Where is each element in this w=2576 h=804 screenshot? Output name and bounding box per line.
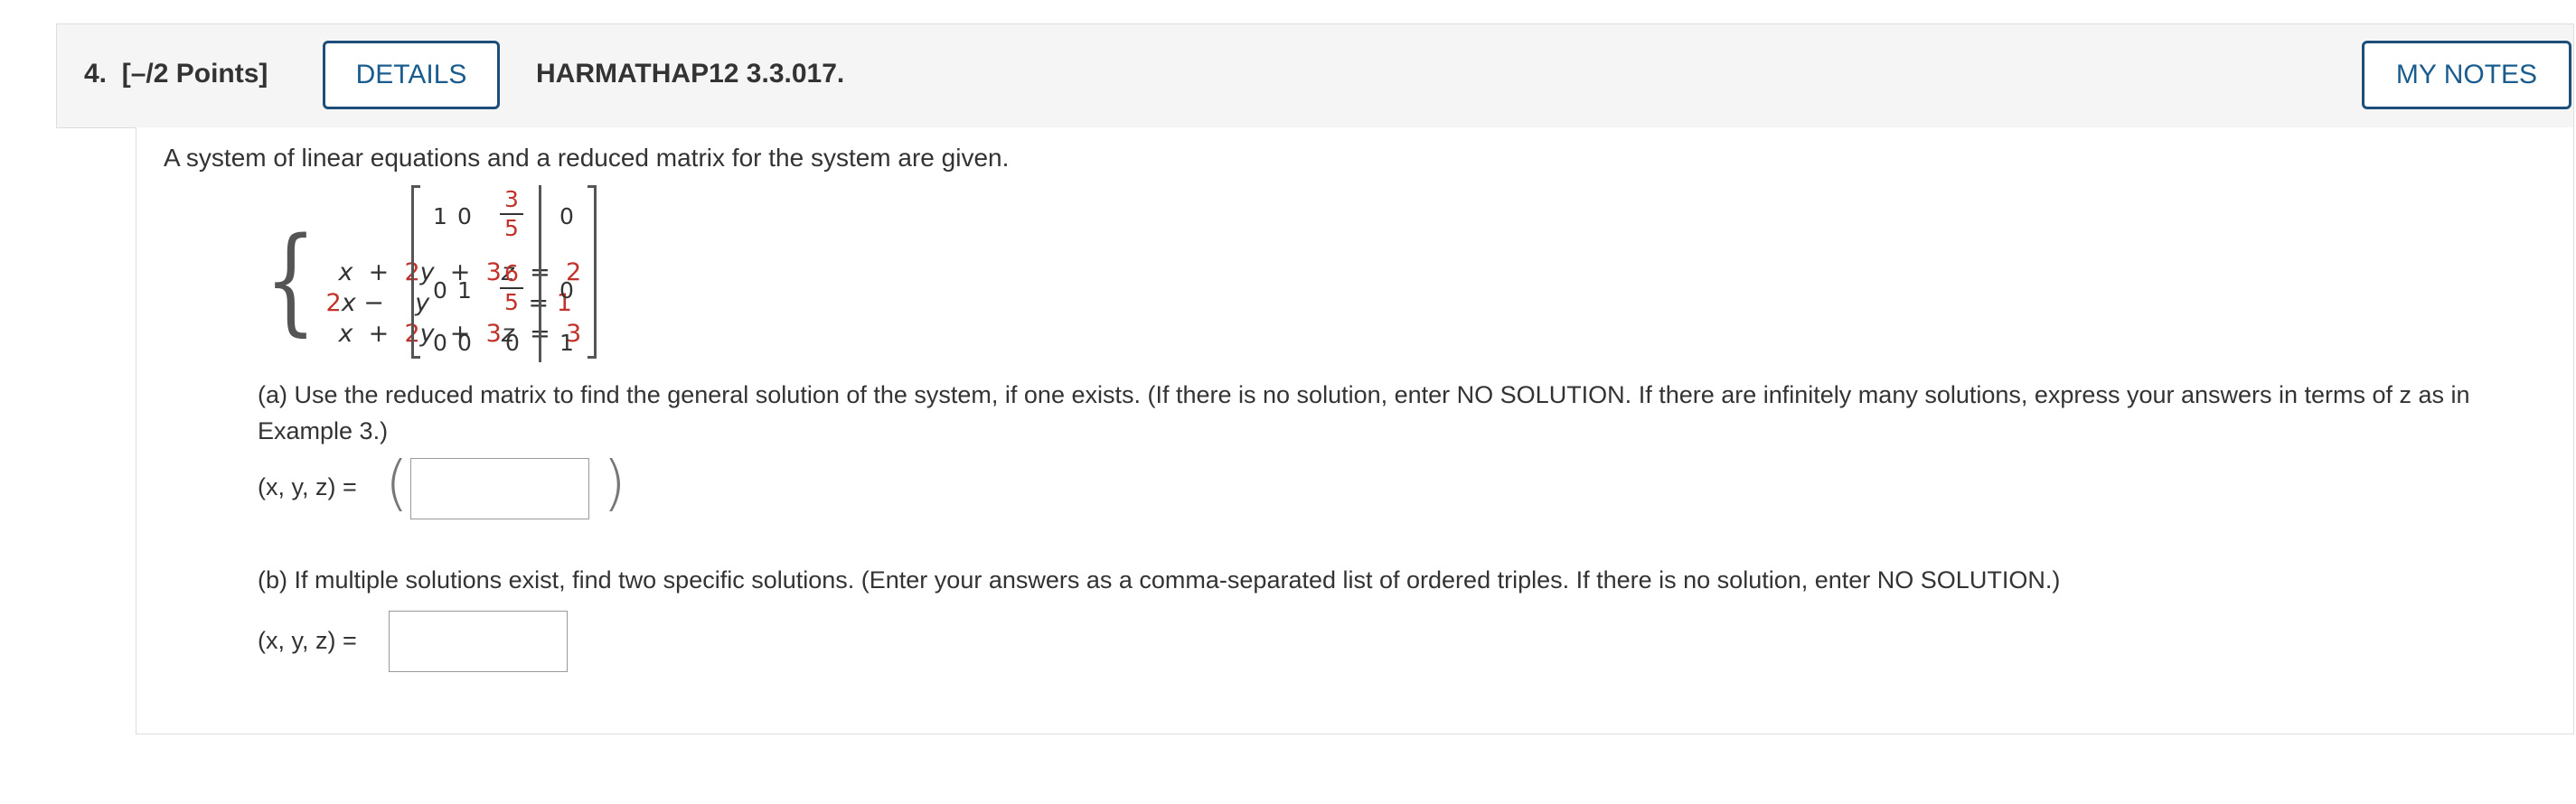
matrix-left-bracket <box>411 185 420 359</box>
question-panel: A system of linear equations and a reduc… <box>136 127 2574 734</box>
question-header: 4. [–/2 Points] DETAILS HARMATHAP12 3.3.… <box>56 23 2574 128</box>
matrix-cell: 1 <box>559 330 574 356</box>
question-number: 4. [–/2 Points] <box>84 59 268 89</box>
matrix-cell: 1 <box>457 277 472 304</box>
matrix-cell: 0 <box>505 330 520 356</box>
my-notes-button[interactable]: MY NOTES <box>2362 41 2571 109</box>
part-a-text: (a) Use the reduced matrix to find the g… <box>258 381 2470 444</box>
equation-system: { x + 2y + 3z = 2 2x − y = 1 x + 2y + 3z… <box>265 185 807 366</box>
question-code: HARMATHAP12 3.3.017. <box>536 59 845 89</box>
matrix-augment-divider <box>539 185 541 362</box>
points-label: [–/2 Points] <box>121 59 268 89</box>
part-b-text: (b) If multiple solutions exist, find tw… <box>258 566 2061 594</box>
part-a-answer-input[interactable] <box>410 458 589 519</box>
matrix-cell: 0 <box>559 277 574 304</box>
matrix-cell: 1 <box>433 203 447 229</box>
matrix-right-bracket <box>588 185 597 359</box>
matrix-cell: 0 <box>433 330 447 356</box>
part-a-open-paren: ( <box>385 448 409 518</box>
reduced-matrix: 1 0 35 0 0 1 65 0 0 0 0 1 <box>411 185 597 362</box>
details-button[interactable]: DETAILS <box>323 41 500 109</box>
matrix-cell: 0 <box>457 330 472 356</box>
matrix-cell: 0 <box>433 277 447 304</box>
part-b-answer-input[interactable] <box>389 611 568 672</box>
matrix-cell: 0 <box>457 203 472 229</box>
intro-text: A system of linear equations and a reduc… <box>164 144 1010 172</box>
part-a-close-paren: ) <box>603 448 626 518</box>
matrix-cell: 0 <box>559 203 574 229</box>
matrix-fraction: 65 <box>498 261 525 315</box>
part-a-label: (x, y, z) = <box>258 473 357 500</box>
matrix-fraction: 35 <box>498 187 525 241</box>
part-b-label: (x, y, z) = <box>258 627 357 654</box>
